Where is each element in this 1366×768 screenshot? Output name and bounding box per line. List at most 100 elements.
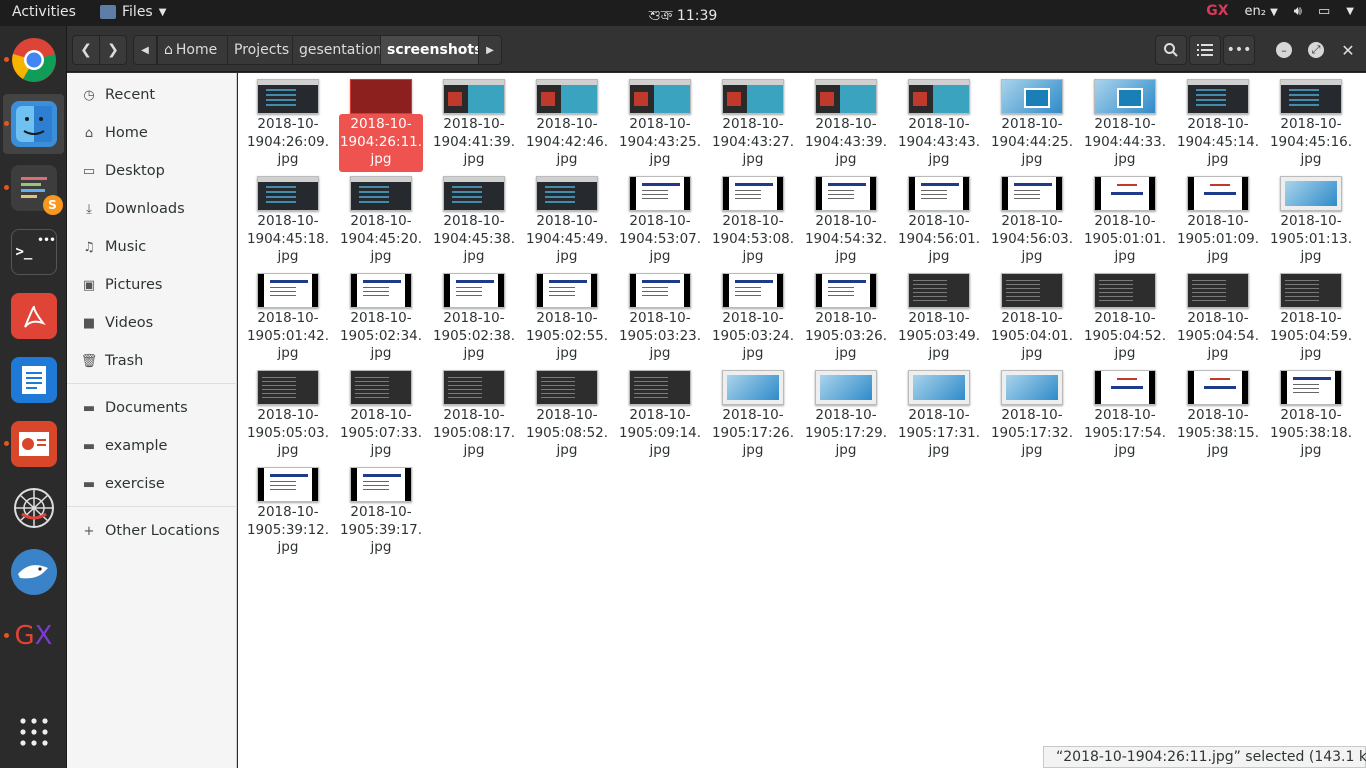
minimize-button[interactable]: – [1276, 42, 1292, 58]
file-item[interactable]: 2018-10- 1904:43:39. jpg [802, 73, 890, 167]
system-menu-chevron-icon[interactable]: ▼ [1346, 6, 1354, 17]
file-item[interactable]: 2018-10- 1905:39:12. jpg [244, 461, 332, 555]
file-item[interactable]: 2018-10- 1905:05:03. jpg [244, 364, 332, 458]
file-item[interactable]: 2018-10- 1905:03:26. jpg [802, 267, 890, 361]
file-item[interactable]: 2018-10- 1904:56:01. jpg [895, 170, 983, 264]
file-item[interactable]: 2018-10- 1905:01:09. jpg [1174, 170, 1262, 264]
dock-network[interactable] [3, 478, 64, 538]
file-item[interactable]: 2018-10- 1905:04:59. jpg [1267, 267, 1355, 361]
sidebar-item-label: Other Locations [105, 523, 220, 539]
volume-icon[interactable]: 🔊︎ [1294, 4, 1302, 19]
file-name: 2018-10- 1905:02:34. jpg [339, 310, 423, 361]
menu-button[interactable]: ••• [1223, 35, 1255, 65]
dock-presentation[interactable] [3, 414, 64, 474]
path-scroll-right-button[interactable]: ▶ [478, 35, 502, 65]
file-item[interactable]: 2018-10- 1904:53:08. jpg [709, 170, 797, 264]
dock-terminal[interactable]: >_ ••• [3, 222, 64, 282]
activities-button[interactable]: Activities [12, 4, 76, 20]
file-item[interactable]: 2018-10- 1905:02:34. jpg [337, 267, 425, 361]
file-item[interactable]: 2018-10- 1904:42:46. jpg [523, 73, 611, 167]
image-thumbnail [443, 370, 505, 405]
sidebar-item-trash[interactable]: 🗑︎ Trash [67, 346, 237, 376]
file-item[interactable]: 2018-10- 1904:41:39. jpg [430, 73, 518, 167]
sidebar-item-example[interactable]: ▬ example [67, 431, 237, 461]
file-item[interactable]: 2018-10- 1905:08:17. jpg [430, 364, 518, 458]
dock-wireshark[interactable] [3, 542, 64, 602]
file-item[interactable]: 2018-10- 1904:54:32. jpg [802, 170, 890, 264]
sidebar-item-pictures[interactable]: ▣ Pictures [67, 270, 237, 300]
sidebar-item-downloads[interactable]: ⤓ Downloads [67, 194, 237, 224]
file-item[interactable]: 2018-10- 1904:26:11. jpg [337, 73, 425, 172]
file-item[interactable]: 2018-10- 1905:03:24. jpg [709, 267, 797, 361]
file-item[interactable]: 2018-10- 1905:17:54. jpg [1081, 364, 1169, 458]
file-item[interactable]: 2018-10- 1905:39:17. jpg [337, 461, 425, 555]
breadcrumb-home[interactable]: ⌂ Home [157, 35, 228, 65]
close-button[interactable]: ✕ [1340, 41, 1356, 60]
dock-pdf[interactable] [3, 286, 64, 346]
app-menu[interactable]: Files ▼ [100, 4, 166, 20]
path-scroll-left-button[interactable]: ◀ [133, 35, 157, 65]
file-item[interactable]: 2018-10- 1905:02:38. jpg [430, 267, 518, 361]
file-item[interactable]: 2018-10- 1905:09:14. jpg [616, 364, 704, 458]
file-item[interactable]: 2018-10- 1905:03:23. jpg [616, 267, 704, 361]
maximize-button[interactable]: ⤢ [1308, 42, 1324, 58]
file-item[interactable]: 2018-10- 1904:45:20. jpg [337, 170, 425, 264]
breadcrumb-gesentation[interactable]: gesentation [292, 35, 382, 65]
file-item[interactable]: 2018-10- 1905:38:18. jpg [1267, 364, 1355, 458]
breadcrumb-screenshots[interactable]: screenshots [380, 35, 482, 65]
search-button[interactable] [1155, 35, 1187, 65]
back-button[interactable]: ❮ [72, 35, 100, 65]
clock[interactable]: শুক্র 11:39 [649, 8, 718, 24]
sidebar-item-documents[interactable]: ▬ Documents [67, 393, 237, 423]
sidebar-item-home[interactable]: ⌂ Home [67, 118, 237, 148]
dock-sublime[interactable]: S [3, 158, 64, 218]
dock-chrome[interactable] [3, 30, 64, 90]
file-item[interactable]: 2018-10- 1905:38:15. jpg [1174, 364, 1262, 458]
file-item[interactable]: 2018-10- 1904:43:27. jpg [709, 73, 797, 167]
file-item[interactable]: 2018-10- 1905:01:42. jpg [244, 267, 332, 361]
dock-genymotion[interactable]: GX [3, 606, 64, 666]
file-item[interactable]: 2018-10- 1905:08:52. jpg [523, 364, 611, 458]
dock-document[interactable] [3, 350, 64, 410]
breadcrumb-projects[interactable]: Projects [227, 35, 293, 65]
file-item[interactable]: 2018-10- 1905:17:31. jpg [895, 364, 983, 458]
dock-show-apps[interactable] [3, 702, 64, 762]
file-item[interactable]: 2018-10- 1905:02:55. jpg [523, 267, 611, 361]
file-item[interactable]: 2018-10- 1904:44:25. jpg [988, 73, 1076, 167]
dock-files[interactable] [3, 94, 64, 154]
file-name: 2018-10- 1905:05:03. jpg [246, 407, 330, 458]
file-item[interactable]: 2018-10- 1904:45:38. jpg [430, 170, 518, 264]
file-item[interactable]: 2018-10- 1905:17:29. jpg [802, 364, 890, 458]
file-item[interactable]: 2018-10- 1904:45:49. jpg [523, 170, 611, 264]
file-item[interactable]: 2018-10- 1905:17:26. jpg [709, 364, 797, 458]
file-item[interactable]: 2018-10- 1905:04:54. jpg [1174, 267, 1262, 361]
file-item[interactable]: 2018-10- 1904:43:43. jpg [895, 73, 983, 167]
battery-icon[interactable]: ▭ [1318, 4, 1330, 19]
input-method-indicator[interactable]: en₂ ▼ [1245, 4, 1278, 19]
file-item[interactable]: 2018-10- 1904:26:09. jpg [244, 73, 332, 167]
sidebar-item-recent[interactable]: ◷ Recent [67, 80, 237, 110]
file-item[interactable]: 2018-10- 1905:07:33. jpg [337, 364, 425, 458]
sidebar-item-other-locations[interactable]: + Other Locations [67, 516, 237, 546]
list-view-button[interactable] [1189, 35, 1221, 65]
file-item[interactable]: 2018-10- 1905:04:52. jpg [1081, 267, 1169, 361]
file-item[interactable]: 2018-10- 1904:56:03. jpg [988, 170, 1076, 264]
file-item[interactable]: 2018-10- 1905:03:49. jpg [895, 267, 983, 361]
file-item[interactable]: 2018-10- 1905:17:32. jpg [988, 364, 1076, 458]
file-item[interactable]: 2018-10- 1905:01:01. jpg [1081, 170, 1169, 264]
file-item[interactable]: 2018-10- 1904:45:14. jpg [1174, 73, 1262, 167]
file-item[interactable]: 2018-10- 1904:43:25. jpg [616, 73, 704, 167]
sidebar-item-exercise[interactable]: ▬ exercise [67, 469, 237, 499]
file-item[interactable]: 2018-10- 1904:53:07. jpg [616, 170, 704, 264]
genymotion-tray-icon[interactable]: GX [1206, 3, 1228, 19]
sidebar-separator [67, 506, 237, 507]
file-item[interactable]: 2018-10- 1904:45:16. jpg [1267, 73, 1355, 167]
file-item[interactable]: 2018-10- 1904:44:33. jpg [1081, 73, 1169, 167]
sidebar-item-music[interactable]: ♫ Music [67, 232, 237, 262]
sidebar-item-desktop[interactable]: ▭ Desktop [67, 156, 237, 186]
file-item[interactable]: 2018-10- 1905:01:13. jpg [1267, 170, 1355, 264]
file-item[interactable]: 2018-10- 1905:04:01. jpg [988, 267, 1076, 361]
forward-button[interactable]: ❯ [99, 35, 127, 65]
sidebar-item-videos[interactable]: ■ Videos [67, 308, 237, 338]
file-item[interactable]: 2018-10- 1904:45:18. jpg [244, 170, 332, 264]
